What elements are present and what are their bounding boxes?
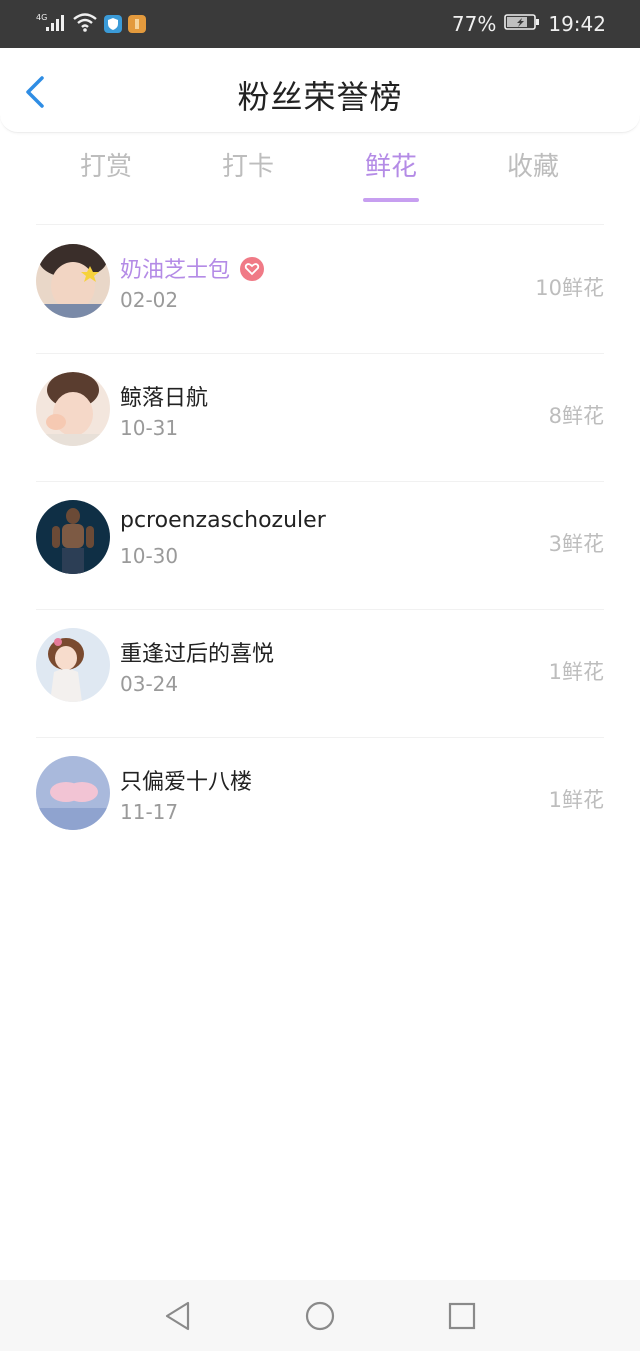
user-name: 奶油芝士包 <box>120 252 265 284</box>
list-item[interactable]: pcroenzaschozuler 10-30 3鲜花 <box>0 482 640 610</box>
date: 10-31 <box>120 416 179 440</box>
date: 03-24 <box>120 672 179 696</box>
status-bar-right: 77% 19:42 <box>452 10 606 38</box>
active-tab-indicator <box>363 198 419 202</box>
system-nav-bar <box>0 1280 640 1351</box>
user-name: 只偏爱十八楼 <box>120 770 253 795</box>
nav-recents-button[interactable] <box>446 1300 478 1332</box>
list-item[interactable]: 只偏爱十八楼 11-17 1鲜花 <box>0 738 640 866</box>
flower-count: 10鲜花 <box>535 276 604 300</box>
avatar <box>36 372 110 446</box>
page-title: 粉丝荣誉榜 <box>237 78 403 116</box>
nav-back-button[interactable] <box>162 1300 194 1332</box>
square-recents-icon <box>448 1302 476 1330</box>
date: 10-30 <box>120 544 179 568</box>
status-bar: 4G 77% 19:42 <box>0 0 640 48</box>
battery-icon <box>504 12 540 36</box>
tab-bar: 打赏 打卡 鲜花 收藏 <box>0 146 640 206</box>
triangle-back-icon <box>165 1301 190 1331</box>
divider <box>36 224 604 225</box>
tab-tip[interactable]: 打赏 <box>46 146 166 183</box>
signal-icon: 4G <box>36 11 66 37</box>
avatar <box>36 244 110 318</box>
status-bar-left: 4G <box>36 10 146 38</box>
avatar <box>36 628 110 702</box>
clock: 19:42 <box>548 12 606 36</box>
battery-percent: 77% <box>451 12 497 36</box>
date: 11-17 <box>120 800 179 824</box>
user-name: pcroenzaschozuler <box>120 508 326 533</box>
flower-count: 1鲜花 <box>548 788 604 812</box>
user-name: 鲸落日航 <box>120 386 209 411</box>
date: 02-02 <box>120 288 179 312</box>
tab-checkin[interactable]: 打卡 <box>188 146 308 183</box>
avatar <box>36 500 110 574</box>
list-item[interactable]: 鲸落日航 10-31 8鲜花 <box>0 354 640 482</box>
user-name: 重逢过后的喜悦 <box>120 642 275 667</box>
tab-favorites[interactable]: 收藏 <box>473 146 593 183</box>
list-item[interactable]: 奶油芝士包 02-02 10鲜花 <box>0 226 640 354</box>
tab-flowers[interactable]: 鲜花 <box>331 146 451 183</box>
flower-count: 8鲜花 <box>548 404 604 428</box>
circle-home-icon <box>305 1301 335 1331</box>
avatar <box>36 756 110 830</box>
flower-count: 1鲜花 <box>548 660 604 684</box>
wifi-icon <box>72 11 98 37</box>
nav-home-button[interactable] <box>304 1300 336 1332</box>
heart-badge-icon <box>240 257 265 281</box>
list-item[interactable]: 重逢过后的喜悦 03-24 1鲜花 <box>0 610 640 738</box>
shield-app-icon <box>104 15 122 33</box>
svg-text:4G: 4G <box>36 13 47 22</box>
ranking-list: 奶油芝士包 02-02 10鲜花 鲸落日航 10-31 8鲜花 pcroenza… <box>0 226 640 866</box>
flower-count: 3鲜花 <box>548 532 604 556</box>
app-header: 粉丝荣誉榜 <box>0 48 640 133</box>
orange-app-icon <box>128 15 146 33</box>
